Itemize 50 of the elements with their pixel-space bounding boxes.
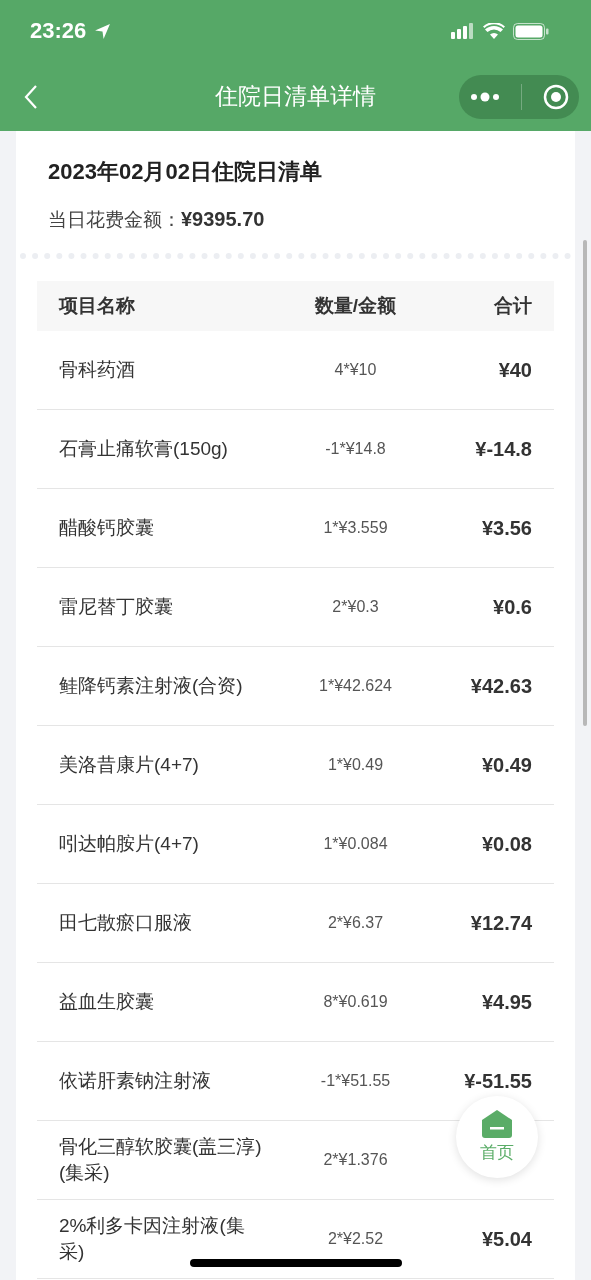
item-total: ¥0.6 <box>492 595 533 619</box>
item-total: ¥-14.8 <box>474 437 533 461</box>
item-name: 2%利多卡因注射液(集采) <box>58 1214 246 1264</box>
item-quantity: 2*¥0.3 <box>331 598 380 616</box>
item-name: 雷尼替丁胶囊 <box>58 595 174 620</box>
item-name: 依诺肝素钠注射液 <box>58 1069 212 1094</box>
item-quantity: 1*¥0.49 <box>326 756 385 774</box>
bill-title: 2023年02月02日住院日清单 <box>48 158 323 186</box>
item-name: 醋酸钙胶囊 <box>58 516 155 541</box>
item-total: ¥-51.55 <box>463 1069 533 1093</box>
item-quantity: -1*¥14.8 <box>324 440 387 458</box>
item-total: ¥12.74 <box>469 911 533 935</box>
item-total: ¥0.49 <box>480 753 533 777</box>
item-name: 吲达帕胺片(4+7) <box>58 832 200 857</box>
item-quantity: 8*¥0.619 <box>322 993 389 1011</box>
item-name: 鲑降钙素注射液(合资) <box>58 674 244 699</box>
amount-value: ¥9395.70 <box>181 208 265 231</box>
column-header: 数量/金额 <box>313 294 398 318</box>
item-total: ¥5.04 <box>480 1227 533 1251</box>
item-name: 美洛昔康片(4+7) <box>58 753 200 778</box>
location-arrow-icon <box>94 22 112 40</box>
item-total: ¥40 <box>497 358 533 382</box>
item-total: ¥0.08 <box>480 832 533 856</box>
item-total: ¥42.63 <box>469 674 533 698</box>
item-quantity: 1*¥42.624 <box>318 677 393 695</box>
back-icon[interactable] <box>24 83 38 110</box>
item-quantity: 4*¥10 <box>333 361 378 379</box>
item-total: ¥4.95 <box>480 990 533 1014</box>
page-title: 住院日清单详情 <box>215 82 376 111</box>
item-name: 益血生胶囊 <box>58 990 155 1015</box>
item-total: ¥3.56 <box>480 516 533 540</box>
item-quantity: 1*¥0.084 <box>322 835 389 853</box>
wifi-icon <box>483 23 505 39</box>
signal-icon <box>451 23 475 39</box>
home-icon <box>482 1110 512 1138</box>
item-quantity: 2*¥1.376 <box>322 1151 389 1169</box>
status-time: 23:26 <box>30 18 87 44</box>
item-name: 石膏止痛软膏(150g) <box>58 437 229 462</box>
battery-icon <box>513 22 549 40</box>
item-name: 田七散瘀口服液 <box>58 911 193 936</box>
item-quantity: -1*¥51.55 <box>319 1072 392 1090</box>
amount-label: 当日花费金额： <box>48 208 181 232</box>
column-header: 项目名称 <box>57 294 136 318</box>
item-quantity: 2*¥6.37 <box>326 914 385 932</box>
column-header: 合计 <box>493 294 533 318</box>
item-quantity: 2*¥2.52 <box>326 1230 385 1248</box>
item-quantity: 1*¥3.559 <box>322 519 389 537</box>
more-icon[interactable] <box>469 90 500 103</box>
item-name: 骨化三醇软胶囊(盖三淳)(集采) <box>58 1135 263 1185</box>
item-name: 骨科药酒 <box>58 358 136 383</box>
